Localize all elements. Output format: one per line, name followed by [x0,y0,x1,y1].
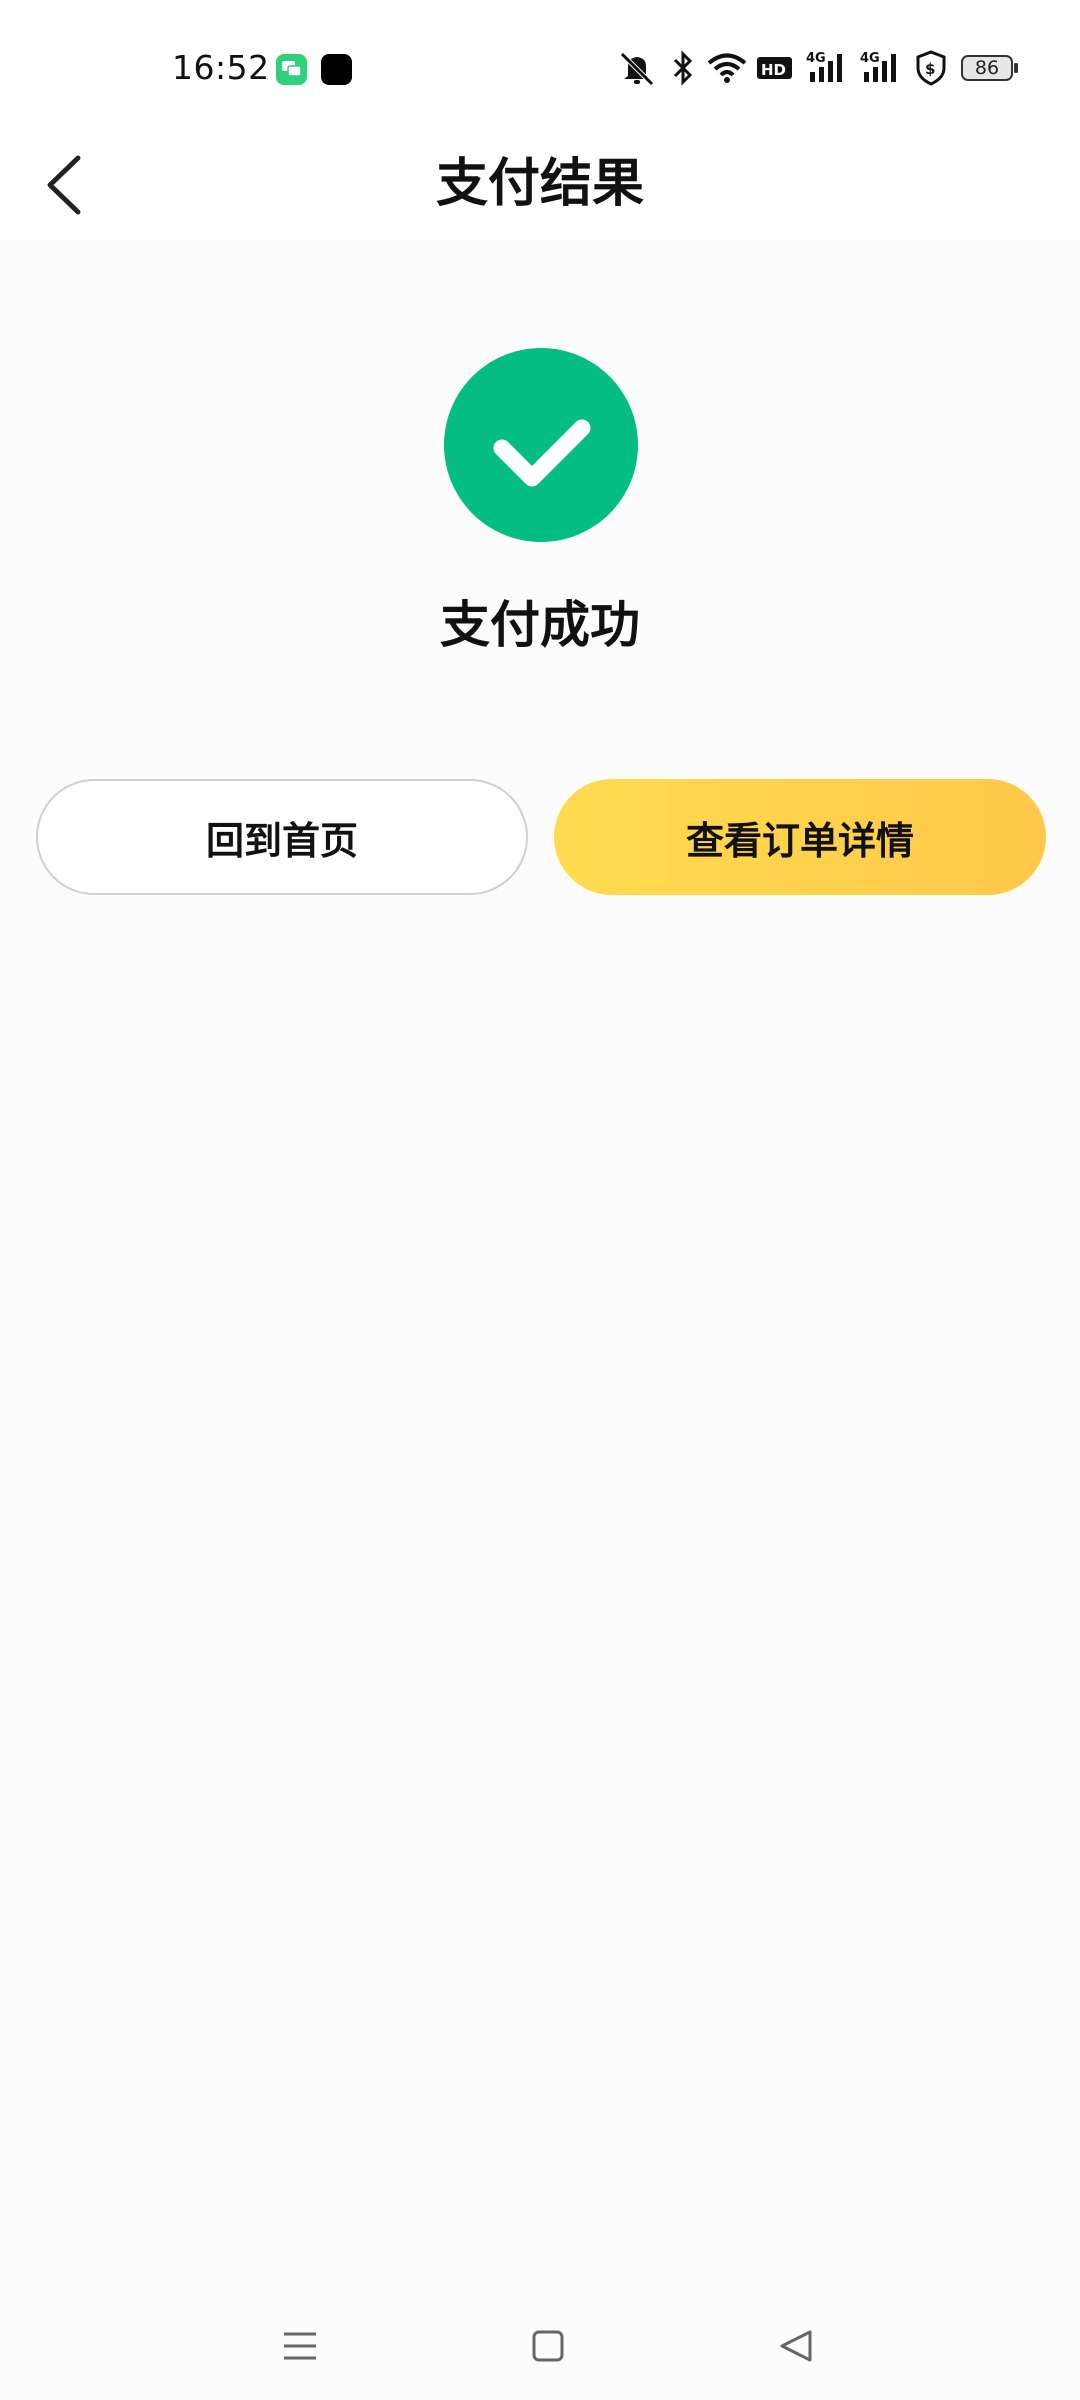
hd-icon: HD [756,48,794,88]
svg-text:HD: HD [761,61,786,79]
battery-level: 86 [974,57,1000,79]
view-order-details-button[interactable]: 查看订单详情 [554,779,1046,895]
shield-dollar-icon: $ [914,48,948,88]
chat-app-icon [276,54,307,85]
home-square-icon[interactable] [518,2316,578,2376]
check-circle-icon [444,348,638,542]
payment-status-text: 支付成功 [440,596,640,654]
system-nav-bar [0,2290,1080,2400]
mute-icon [616,48,658,88]
back-to-home-button[interactable]: 回到首页 [36,779,528,895]
status-time: 16:52 [172,48,270,87]
status-bar: 16:52 HD 4G 4G $ 86 [0,0,1080,136]
signal-4g-icon: 4G [806,48,850,88]
signal-4g-icon: 4G [860,48,904,88]
header: 支付结果 [0,136,1080,240]
back-triangle-icon[interactable] [766,2316,826,2376]
svg-text:$: $ [925,60,935,78]
payment-result-screen: 16:52 HD 4G 4G $ 86 支付结果 支付成功 回到首页 查看订单详… [0,0,1080,2400]
wifi-icon [706,48,748,88]
svg-text:4G: 4G [806,51,826,66]
bluetooth-icon [670,48,696,88]
page-title: 支付结果 [435,154,644,214]
menu-icon[interactable] [270,2316,330,2376]
black-app-icon [321,54,352,85]
battery-icon: 86 [960,48,1020,88]
svg-text:4G: 4G [860,51,880,66]
